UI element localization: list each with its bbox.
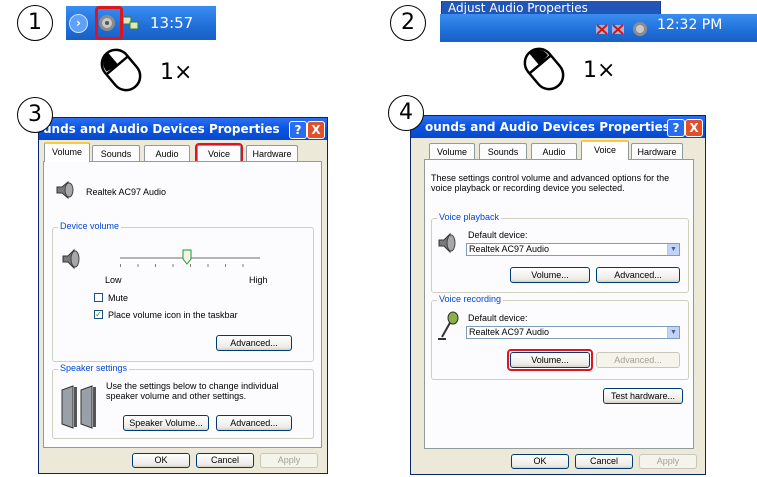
ok-button-2[interactable]: OK	[511, 454, 569, 469]
tab-hardware[interactable]: Hardware	[246, 145, 298, 161]
expand-tray-icon[interactable]: ›	[69, 14, 88, 33]
recording-device-value: Realtek AC97 Audio	[469, 327, 550, 337]
close-button-2[interactable]: X	[685, 119, 703, 137]
step-number-1: 1	[17, 5, 53, 41]
advanced-button[interactable]: Advanced...	[216, 335, 292, 351]
taskbar-tray-1: › 13:57	[66, 6, 216, 40]
sounds-properties-dialog-volume: unds and Audio Devices Properties ? X Vo…	[38, 117, 328, 474]
click-count-label-2: 1×	[583, 58, 616, 83]
tab-voice-2[interactable]: Voice	[581, 140, 629, 160]
playback-speaker-icon	[436, 231, 460, 260]
step-number-4: 4	[388, 95, 424, 131]
clock-text-2: 12:32 PM	[657, 17, 723, 33]
voice-playback-group: Voice playback Default device: Realtek A…	[431, 212, 689, 293]
place-icon-label: Place volume icon in the taskbar	[108, 310, 238, 320]
playback-device-select[interactable]: Realtek AC97 Audio ▼	[466, 243, 680, 256]
dialog-title-2: ounds and Audio Devices Properties	[411, 116, 705, 138]
playback-volume-button[interactable]: Volume...	[510, 267, 590, 283]
place-icon-checkbox[interactable]: ✓	[94, 310, 103, 319]
volume-speaker-icon	[60, 247, 84, 276]
mouse-right-click-icon	[517, 43, 571, 100]
tab-audio[interactable]: Audio	[144, 145, 190, 161]
playback-device-value: Realtek AC97 Audio	[469, 244, 550, 254]
voice-intro-text: These settings control volume and advanc…	[431, 173, 670, 193]
device-volume-group: Device volume Low High Mute ✓ Place volu…	[52, 221, 314, 362]
apply-button-2[interactable]: Apply	[639, 454, 697, 469]
playback-advanced-button[interactable]: Advanced...	[596, 267, 680, 283]
voice-tab-panel: These settings control volume and advanc…	[424, 159, 694, 449]
volume-tab-panel: Realtek AC97 Audio Device volume Low Hig…	[43, 161, 322, 448]
mouse-left-click-icon	[94, 44, 148, 101]
tab-volume[interactable]: Volume	[44, 142, 90, 162]
voice-playback-legend: Voice playback	[437, 212, 502, 222]
recording-default-device-label: Default device:	[468, 313, 528, 323]
speaker-settings-legend: Speaker settings	[58, 363, 130, 373]
volume-slider-thumb[interactable]	[182, 249, 192, 270]
help-button-2[interactable]: ?	[667, 119, 685, 137]
volume-high-label: High	[249, 275, 268, 285]
step-number-2: 2	[390, 5, 426, 41]
mute-checkbox[interactable]	[94, 293, 103, 302]
tab-sounds-2[interactable]: Sounds	[479, 143, 527, 159]
speaker-volume-button[interactable]: Speaker Volume...	[123, 415, 209, 431]
speaker-icon-highlight	[95, 6, 123, 40]
apply-button[interactable]: Apply	[260, 453, 318, 468]
speaker-advanced-button[interactable]: Advanced...	[216, 415, 292, 431]
recording-advanced-button[interactable]: Advanced...	[596, 352, 680, 368]
speaker-device-icon	[54, 179, 76, 206]
test-hardware-button[interactable]: Test hardware...	[603, 388, 683, 404]
muted-tray-icon[interactable]	[594, 21, 634, 44]
recording-device-select[interactable]: Realtek AC97 Audio ▼	[466, 326, 680, 339]
network-tray-icon[interactable]	[122, 15, 140, 36]
help-button[interactable]: ?	[289, 121, 307, 139]
speaker-tray-icon-2[interactable]	[631, 20, 649, 43]
tab-audio-2[interactable]: Audio	[531, 143, 577, 159]
ok-button[interactable]: OK	[132, 453, 190, 468]
close-button[interactable]: X	[307, 121, 325, 139]
playback-default-device-label: Default device:	[468, 230, 528, 240]
tab-volume-2[interactable]: Volume	[429, 143, 475, 159]
recording-volume-highlight	[507, 349, 593, 371]
clock-text: 13:57	[150, 14, 194, 32]
sounds-properties-dialog-voice: ounds and Audio Devices Properties ? X V…	[410, 115, 706, 475]
speakers-icon	[59, 384, 99, 435]
click-count-label: 1×	[160, 60, 193, 85]
dialog-title: unds and Audio Devices Properties	[39, 118, 327, 140]
device-name: Realtek AC97 Audio	[86, 187, 167, 197]
mute-label: Mute	[108, 293, 129, 303]
chevron-down-icon: ▼	[667, 244, 679, 255]
volume-low-label: Low	[105, 275, 122, 285]
cancel-button[interactable]: Cancel	[196, 453, 254, 468]
voice-recording-group: Voice recording Default device: Realtek …	[431, 294, 689, 380]
tab-hardware-2[interactable]: Hardware	[631, 143, 683, 159]
step-number-3: 3	[17, 97, 53, 133]
chevron-down-icon: ▼	[667, 327, 679, 338]
device-volume-legend: Device volume	[58, 221, 122, 231]
speaker-settings-description: Use the settings below to change individ…	[106, 381, 279, 401]
speaker-settings-group: Speaker settings Use the settings below …	[52, 363, 314, 439]
cancel-button-2[interactable]: Cancel	[575, 454, 633, 469]
microphone-icon	[436, 311, 460, 346]
tab-sounds[interactable]: Sounds	[92, 145, 140, 161]
voice-recording-legend: Voice recording	[437, 294, 504, 304]
